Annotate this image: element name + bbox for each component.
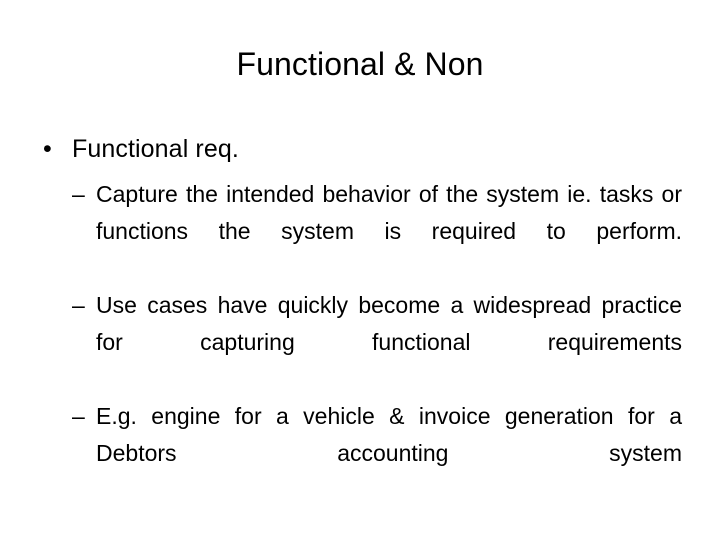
- list-item-label: E.g. engine for a vehicle & invoice gene…: [96, 403, 682, 466]
- bullet-list: • Functional req. – Capture the intended…: [30, 131, 690, 509]
- bullet-dash-icon: –: [72, 292, 85, 318]
- list-item: – Use cases have quickly become a widesp…: [30, 287, 690, 398]
- page-title: Functional & Non: [236, 46, 484, 82]
- list-item: – Capture the intended behavior of the s…: [30, 176, 690, 287]
- list-item: – E.g. engine for a vehicle & invoice ge…: [30, 398, 690, 509]
- list-item: • Functional req.: [30, 131, 690, 168]
- bullet-dash-icon: –: [72, 181, 85, 207]
- list-item-label: Use cases have quickly become a widespre…: [96, 292, 682, 355]
- bullet-dash-icon: –: [72, 403, 85, 429]
- bullet-dot-icon: •: [43, 135, 52, 163]
- list-item-label: Capture the intended behavior of the sys…: [96, 181, 682, 244]
- list-item-label: Functional req.: [72, 135, 239, 163]
- slide-canvas: Functional & Non • Functional req. – Cap…: [0, 0, 720, 540]
